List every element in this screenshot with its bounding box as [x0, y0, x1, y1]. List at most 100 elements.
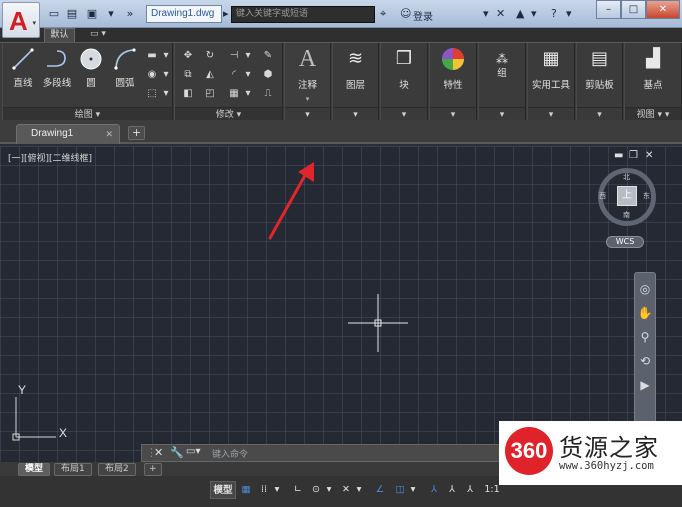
annotation-scale-icon[interactable]: ⅄ [462, 481, 478, 499]
recent-commands-icon[interactable]: ▭▾ [186, 446, 200, 457]
group-panel[interactable]: ⁂ 组 ▾ [478, 43, 526, 121]
ribbon-options-icon[interactable]: ▭ ▾ [90, 29, 106, 39]
application-menu-button[interactable]: A ▾ [2, 2, 40, 38]
properties-panel[interactable]: 特性 ▾ [429, 43, 477, 121]
copy-icon[interactable]: ⧉ [181, 68, 195, 82]
viewport-restore-icon[interactable]: ❐ [629, 150, 638, 161]
command-input[interactable]: 键入命令 [212, 447, 248, 460]
polar-dropdown-icon[interactable]: ▾ [324, 481, 334, 499]
isodraft-dropdown-icon[interactable]: ▾ [354, 481, 364, 499]
boundary-dropdown-icon[interactable]: ▾ [159, 87, 173, 101]
viewcube-east[interactable]: 东 [643, 191, 650, 201]
close-window-button[interactable]: ✕ [646, 0, 680, 19]
viewcube-west[interactable]: 西 [599, 191, 606, 201]
user-icon[interactable]: ☺ [400, 7, 411, 21]
binoculars-icon[interactable]: ⌖ [380, 7, 386, 21]
clipboard-panel[interactable]: ▤ 剪贴板 ▾ [576, 43, 623, 121]
viewcube[interactable]: 上 北 南 东 西 [598, 168, 656, 226]
offset-icon[interactable]: ⎍ [261, 87, 275, 101]
model-space-button[interactable]: 模型 [210, 481, 236, 499]
tab-drawing1[interactable]: Drawing1 ✕ [16, 124, 120, 144]
new-layout-button[interactable]: + [144, 463, 162, 476]
annotation-panel[interactable]: A 注释 ▾ ▾ [284, 43, 331, 121]
erase-icon[interactable]: ✎ [261, 49, 275, 63]
login-link[interactable]: 登录 [413, 8, 433, 23]
snap-dropdown-icon[interactable]: ▾ [272, 481, 282, 499]
viewcube-north[interactable]: 北 [623, 172, 630, 182]
fillet-icon[interactable]: ◜ [227, 68, 241, 82]
polar-icon[interactable]: ⊙ [308, 481, 324, 499]
pan-icon[interactable]: ✋ [637, 305, 653, 321]
rotate-icon[interactable]: ↻ [203, 49, 217, 63]
maximize-button[interactable]: □ [621, 0, 646, 19]
login-dropdown-icon[interactable]: ▾ [483, 7, 489, 21]
utilities-panel-footer: ▾ [528, 107, 574, 121]
object-snap-icon[interactable]: ◫ [392, 481, 408, 499]
help-icon[interactable]: ? [551, 7, 557, 21]
app-dropdown-icon[interactable]: ▾ [531, 7, 537, 21]
explode-icon[interactable]: ⬢ [261, 68, 275, 82]
hatch-icon[interactable]: ◉ [145, 68, 159, 82]
block-panel[interactable]: ❒ 块 ▾ [380, 43, 428, 121]
trim-dropdown-icon[interactable]: ▾ [241, 49, 255, 63]
customize-icon[interactable]: 🔧 [170, 446, 184, 459]
close-tab-icon[interactable]: ✕ [105, 125, 113, 143]
array-icon[interactable]: ▦ [227, 87, 241, 101]
orbit-icon[interactable]: ⟲ [637, 353, 653, 369]
polyline-tool[interactable]: 多段线 [41, 47, 73, 89]
viewport-close-icon[interactable]: ✕ [645, 150, 653, 161]
help-search-input[interactable]: 键入关键字或短语 [231, 6, 375, 23]
object-snap-tracking-icon[interactable]: ∠ [372, 481, 388, 499]
autodesk-app-icon[interactable]: ▲ [516, 7, 524, 21]
new-file-icon[interactable]: ▭ [46, 7, 62, 21]
snap-icon[interactable]: ⁞⁞ [256, 481, 272, 499]
zoom-icon[interactable]: ⚲ [637, 329, 653, 345]
move-icon[interactable]: ✥ [181, 49, 195, 63]
isodraft-icon[interactable]: ✕ [338, 481, 354, 499]
tab-model[interactable]: 模型 [18, 463, 51, 476]
tab-layout2[interactable]: 布局2 [98, 463, 136, 476]
scale-icon[interactable]: ◰ [203, 87, 217, 101]
open-file-icon[interactable]: ▤ [64, 7, 80, 21]
new-tab-button[interactable]: + [128, 126, 145, 140]
utilities-panel[interactable]: ▦ 实用工具 ▾ [527, 43, 575, 121]
grid-icon[interactable]: ▦ [238, 481, 254, 499]
viewport-minimize-icon[interactable]: ▬ [614, 150, 623, 161]
stretch-icon[interactable]: ◧ [181, 87, 195, 101]
view-panel[interactable]: ▟ 基点 视图 ▾ ▾ [624, 43, 682, 121]
qa-dropdown-icon[interactable]: ▾ [103, 7, 119, 21]
viewcube-south[interactable]: 南 [623, 210, 630, 220]
arc-tool[interactable]: 圆弧 [109, 47, 141, 89]
search-expand-icon[interactable]: ▸ [223, 7, 229, 21]
array-dropdown-icon[interactable]: ▾ [241, 87, 255, 101]
tab-layout1[interactable]: 布局1 [54, 463, 92, 476]
modify-panel-footer[interactable]: 修改 ▾ [175, 107, 282, 121]
layers-panel[interactable]: ≋ 图层 ▾ [332, 43, 379, 121]
save-icon[interactable]: ▣ [84, 7, 100, 21]
viewport-controls[interactable]: [一][俯视][二维线框] [8, 151, 92, 164]
auto-scale-icon[interactable]: ⅄ [444, 481, 460, 499]
qa-more-icon[interactable]: » [122, 7, 138, 21]
close-command-icon[interactable]: ✕ [154, 446, 163, 459]
viewcube-top-face[interactable]: 上 [617, 186, 637, 206]
help-dropdown-icon[interactable]: ▾ [566, 7, 572, 21]
rectangle-dropdown-icon[interactable]: ▾ [159, 49, 173, 63]
tab-default[interactable]: 默认 [44, 28, 75, 42]
object-snap-dropdown-icon[interactable]: ▾ [408, 481, 418, 499]
hatch-dropdown-icon[interactable]: ▾ [159, 68, 173, 82]
showmotion-icon[interactable]: ▶ [637, 377, 653, 393]
rectangle-icon[interactable]: ▬ [145, 49, 159, 63]
minimize-button[interactable]: – [596, 0, 621, 19]
fillet-dropdown-icon[interactable]: ▾ [241, 68, 255, 82]
ortho-icon[interactable]: ∟ [290, 481, 306, 499]
wcs-menu[interactable]: WCS [606, 236, 644, 248]
exchange-icon[interactable]: ✕ [496, 7, 505, 21]
draw-panel-footer[interactable]: 绘图 ▾ [3, 107, 172, 121]
steering-wheel-icon[interactable]: ◎ [637, 281, 653, 297]
circle-tool[interactable]: 圆 [75, 47, 107, 89]
mirror-icon[interactable]: ◭ [203, 68, 217, 82]
trim-icon[interactable]: ⊣ [227, 49, 241, 63]
boundary-icon[interactable]: ⬚ [145, 87, 159, 101]
annotation-visibility-icon[interactable]: ⅄ [426, 481, 442, 499]
line-tool[interactable]: 直线 [7, 47, 39, 89]
